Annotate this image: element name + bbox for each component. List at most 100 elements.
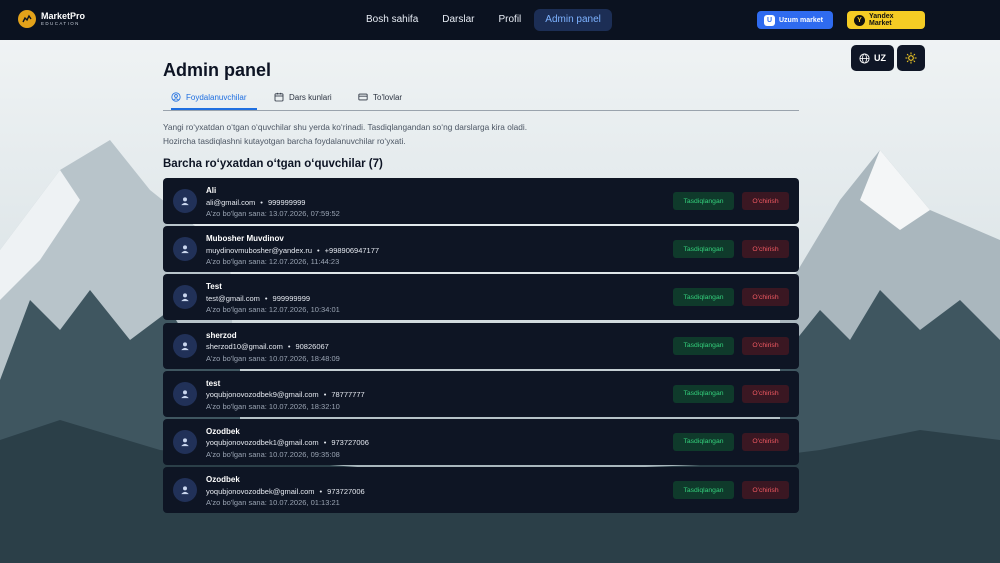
user-contact: ali@gmail.com • 999999999	[206, 198, 305, 207]
separator-dot: •	[287, 342, 291, 352]
user-phone: 90826067	[295, 342, 329, 352]
separator-dot: •	[323, 390, 327, 400]
yandex-market-label: Yandex Market	[869, 13, 894, 27]
user-name: Mubosher Muvdinov	[206, 234, 284, 244]
user-phone: 973727006	[327, 486, 365, 496]
tab-users-label: Foydalanuvchilar	[186, 92, 247, 102]
page-description: Yangi ro‘yxatdan o‘tgan o‘quvchilar shu …	[163, 120, 527, 148]
user-icon	[181, 486, 189, 495]
nav-link-profile[interactable]: Profil	[488, 9, 533, 31]
user-email: test@gmail.com	[206, 293, 260, 303]
avatar	[173, 381, 197, 406]
user-phone: 999999999	[267, 197, 306, 207]
theme-toggle-button[interactable]	[897, 45, 925, 71]
delete-button[interactable]: O'chirish	[742, 336, 789, 355]
brand-name: MarketPro	[41, 10, 86, 21]
user-contact: yoqubjonovozodbek1@gmail.com • 973727006	[206, 438, 369, 447]
user-phone: 78777777	[331, 390, 365, 400]
approved-button[interactable]: Tasdiqlangan	[673, 384, 734, 403]
approved-button[interactable]: Tasdiqlangan	[673, 432, 734, 451]
user-email: yoqubjonovozodbek@gmail.com	[206, 486, 315, 496]
user-contact: yoqubjonovozodbek@gmail.com • 973727006	[206, 487, 365, 496]
delete-button[interactable]: O'chirish	[742, 240, 789, 259]
tab-lesson-days[interactable]: Dars kunlari	[274, 86, 332, 108]
top-navbar: MarketPro EDUCATION Bosh sahifa Darslar …	[0, 0, 1000, 40]
sun-icon	[905, 52, 917, 64]
tab-lesson-days-label: Dars kunlari	[289, 92, 332, 102]
user-icon	[181, 438, 189, 447]
user-card: Ozodbek yoqubjonovozodbek@gmail.com • 9737…	[163, 467, 799, 514]
avatar	[173, 429, 197, 454]
user-card: Test test@gmail.com • 999999999 A'zo bo'lg…	[163, 274, 799, 321]
avatar	[173, 285, 197, 310]
tab-users[interactable]: Foydalanuvchilar	[171, 86, 257, 110]
avatar	[173, 237, 197, 262]
user-list: Ali ali@gmail.com • 999999999 A'zo bo'lgan…	[163, 178, 799, 515]
delete-button[interactable]: O'chirish	[742, 384, 789, 403]
brand-logo[interactable]: MarketPro EDUCATION	[18, 10, 85, 28]
user-join-date: A'zo bo'lgan sana: 10.07.2026, 01:13:21	[206, 498, 340, 508]
logo-icon	[18, 10, 36, 28]
user-join-date: A'zo bo'lgan sana: 10.07.2026, 18:32:10	[206, 401, 340, 411]
yandex-icon: Y	[854, 14, 865, 26]
user-name: test	[206, 378, 221, 388]
uzum-market-label: Uzum market	[779, 16, 823, 24]
calendar-icon	[274, 92, 284, 102]
language-switcher[interactable]: UZ	[851, 45, 894, 71]
avatar	[173, 189, 197, 213]
description-line-2: Hozircha tasdiqlashni kutayotgan barcha …	[163, 136, 406, 146]
user-phone: 973727006	[331, 438, 369, 448]
user-email: sherzod10@gmail.com	[206, 342, 283, 352]
user-icon	[181, 341, 189, 350]
approved-button[interactable]: Tasdiqlangan	[673, 192, 734, 210]
delete-button[interactable]: O'chirish	[742, 432, 789, 451]
user-icon	[181, 197, 189, 206]
user-card: sherzod sherzod10@gmail.com • 90826067 A'z…	[163, 322, 799, 369]
nav-link-lessons[interactable]: Darslar	[431, 9, 485, 31]
user-card: Ali ali@gmail.com • 999999999 A'zo bo'lgan…	[163, 178, 799, 224]
approved-button[interactable]: Tasdiqlangan	[673, 288, 734, 307]
nav-link-admin-panel[interactable]: Admin panel	[534, 9, 612, 31]
nav-link-home[interactable]: Bosh sahifa	[355, 9, 429, 31]
user-join-date: A'zo bo'lgan sana: 12.07.2026, 11:44:23	[206, 257, 340, 267]
user-contact: yoqubjonovozodbek9@gmail.com • 78777777	[206, 390, 365, 399]
tab-payments-label: To'lovlar	[373, 92, 403, 102]
avatar	[173, 333, 197, 358]
user-phone: 999999999	[272, 293, 311, 303]
user-email: muydinovmubosher@yandex.ru	[206, 245, 312, 255]
user-icon	[181, 245, 189, 254]
separator-dot: •	[319, 486, 323, 496]
user-name: sherzod	[206, 330, 237, 340]
delete-button[interactable]: O'chirish	[742, 288, 789, 307]
main-nav: Bosh sahifa Darslar Profil Admin panel	[355, 9, 614, 31]
user-join-date: A'zo bo'lgan sana: 13.07.2026, 07:59:52	[206, 209, 340, 218]
delete-button[interactable]: O'chirish	[742, 481, 789, 500]
user-email: ali@gmail.com	[206, 197, 256, 207]
user-join-date: A'zo bo'lgan sana: 12.07.2026, 10:34:01	[206, 305, 340, 315]
user-email: yoqubjonovozodbek1@gmail.com	[206, 438, 319, 448]
separator-dot: •	[260, 197, 263, 207]
yandex-market-button[interactable]: Y Yandex Market	[847, 11, 925, 29]
page-title: Admin panel	[163, 60, 272, 80]
separator-dot: •	[323, 438, 327, 448]
section-title: Barcha ro‘yxatdan o‘tgan o‘quvchilar (7)	[163, 158, 383, 170]
avatar	[173, 478, 197, 503]
brand-subtitle: EDUCATION	[41, 20, 80, 26]
user-join-date: A'zo bo'lgan sana: 10.07.2026, 18:48:09	[206, 353, 340, 363]
card-icon	[358, 93, 368, 101]
approved-button[interactable]: Tasdiqlangan	[673, 481, 734, 500]
approved-button[interactable]: Tasdiqlangan	[673, 240, 734, 259]
tab-payments[interactable]: To'lovlar	[358, 86, 402, 108]
separator-dot: •	[317, 245, 320, 255]
user-card: Mubosher Muvdinov muydinovmubosher@yande…	[163, 226, 799, 273]
admin-tabs: Foydalanuvchilar Dars kunlari To'lovlar	[163, 86, 799, 111]
user-phone: +998906947177	[324, 245, 380, 255]
user-circle-icon	[171, 92, 181, 102]
separator-dot: •	[264, 293, 268, 303]
approved-button[interactable]: Tasdiqlangan	[673, 336, 734, 355]
uzum-market-button[interactable]: U Uzum market	[757, 11, 833, 29]
globe-icon	[859, 52, 870, 64]
user-name: Ali	[206, 186, 217, 195]
delete-button[interactable]: O'chirish	[742, 192, 789, 210]
uzum-icon: U	[764, 14, 775, 26]
